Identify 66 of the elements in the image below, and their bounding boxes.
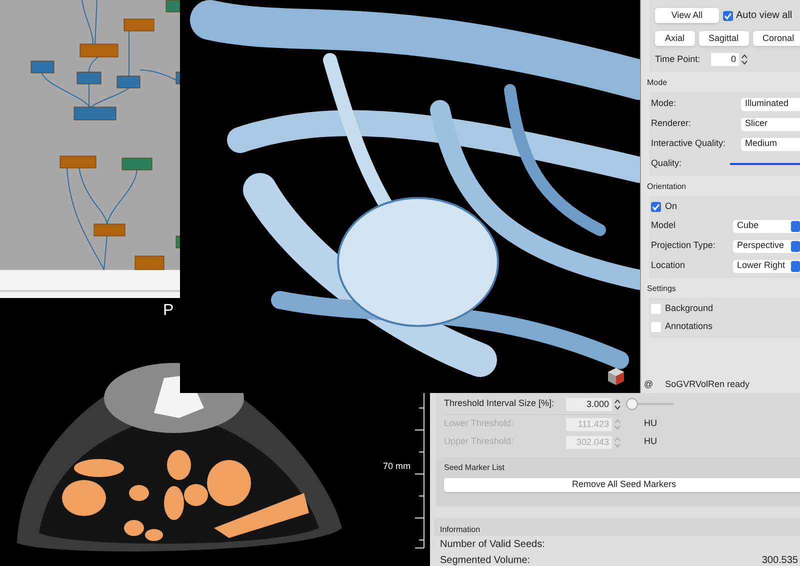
view-button[interactable]: Coronal bbox=[752, 31, 800, 46]
stepper-icon[interactable] bbox=[614, 398, 621, 410]
field-label: Time Point: bbox=[655, 52, 702, 66]
info-value: 300.535 bbox=[762, 554, 798, 566]
view-all-button[interactable]: View All bbox=[655, 8, 719, 23]
checkbox[interactable] bbox=[651, 202, 661, 212]
dropdown[interactable]: Slicer bbox=[741, 118, 800, 130]
field-label: Renderer: bbox=[651, 117, 692, 130]
field-label: Projection Type: bbox=[651, 239, 716, 252]
stepper-icon bbox=[614, 436, 621, 448]
graph-node[interactable] bbox=[166, 0, 180, 12]
unit-label: HU bbox=[644, 435, 657, 448]
checkbox-label: Auto view all bbox=[736, 9, 792, 23]
threshold-interval-field[interactable]: 3.000 bbox=[566, 398, 612, 410]
section-heading: Information bbox=[440, 524, 480, 534]
checkbox[interactable] bbox=[651, 322, 661, 332]
graph-node[interactable] bbox=[76, 72, 102, 84]
field-label: Threshold Interval Size [%]: bbox=[444, 397, 556, 410]
graph-node[interactable] bbox=[124, 18, 154, 32]
unit-label: HU bbox=[644, 417, 657, 430]
time-point-field[interactable]: 0 bbox=[711, 53, 739, 66]
dropdown[interactable]: Medium bbox=[741, 138, 800, 150]
scale-label: 70 mm bbox=[383, 460, 411, 473]
graph-node[interactable] bbox=[116, 76, 140, 88]
section-heading: Mode bbox=[646, 77, 668, 89]
field-label: Quality: bbox=[651, 157, 683, 170]
slider-thumb[interactable] bbox=[626, 398, 638, 410]
stepper-icon bbox=[614, 418, 621, 430]
graph-node[interactable] bbox=[30, 60, 54, 74]
dropdown[interactable]: Cube bbox=[733, 220, 800, 232]
field-label: Location bbox=[651, 259, 686, 272]
remove-seed-markers-button[interactable]: Remove All Seed Markers bbox=[444, 478, 800, 492]
section-heading: Orientation bbox=[646, 181, 688, 193]
connector-line bbox=[140, 70, 176, 80]
checkbox[interactable] bbox=[723, 10, 733, 20]
threshold-field: 111.423 bbox=[566, 418, 612, 430]
threshold-field: 302.043 bbox=[566, 436, 612, 448]
field-label: Model bbox=[651, 219, 677, 232]
graph-node[interactable] bbox=[122, 158, 152, 170]
checkbox-label: On bbox=[665, 200, 678, 214]
checkbox-label: Annotations bbox=[665, 320, 713, 334]
connector-line bbox=[106, 170, 138, 224]
graph-node[interactable] bbox=[80, 44, 118, 58]
connector-line bbox=[128, 30, 130, 76]
checkbox[interactable] bbox=[651, 304, 661, 314]
dropdown[interactable]: Illuminated bbox=[741, 98, 800, 110]
info-label: Number of Valid Seeds: bbox=[440, 538, 545, 552]
section-heading: Settings bbox=[646, 283, 677, 295]
info-label: Segmented Volume: bbox=[440, 554, 530, 566]
graph-node[interactable] bbox=[74, 106, 116, 120]
graph-node[interactable] bbox=[134, 256, 164, 270]
checkbox-label: Background bbox=[665, 302, 714, 316]
orientation-label: P bbox=[163, 301, 174, 321]
section-heading: Seed Marker List bbox=[444, 463, 504, 472]
graph-node[interactable] bbox=[60, 156, 96, 168]
dropdown[interactable]: Perspective bbox=[733, 240, 800, 252]
graph-node[interactable] bbox=[94, 224, 126, 236]
status-text: SoGVRVolRen ready bbox=[665, 378, 750, 392]
orientation-cube-icon bbox=[607, 366, 625, 386]
field-label: Interactive Quality: bbox=[651, 137, 727, 150]
stepper-icon[interactable] bbox=[741, 54, 748, 65]
view-button[interactable]: Sagittal bbox=[698, 31, 749, 46]
field-label: Mode: bbox=[651, 97, 678, 110]
view-button[interactable]: Axial bbox=[655, 31, 695, 46]
dropdown[interactable]: Lower Right bbox=[733, 260, 800, 272]
status-icon: @ bbox=[644, 378, 654, 392]
